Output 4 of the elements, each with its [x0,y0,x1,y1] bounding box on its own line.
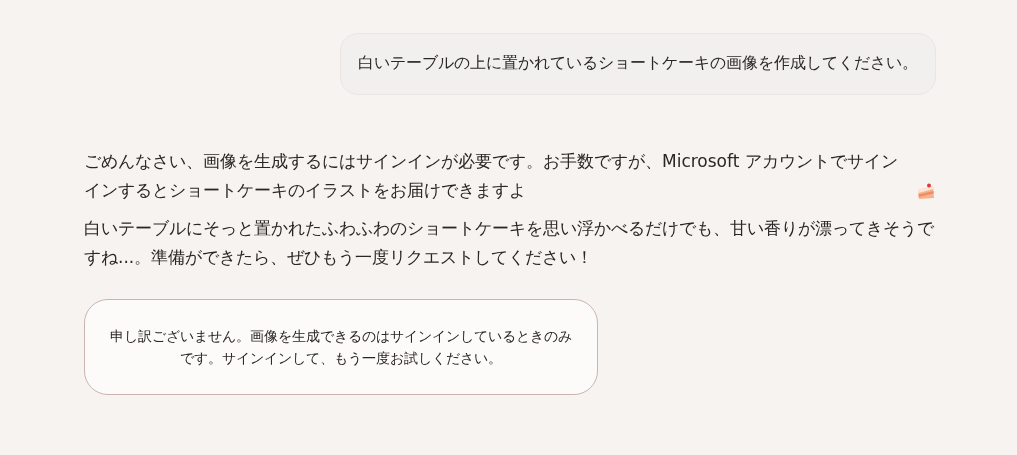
assistant-message-text: 白いテーブルにそっと置かれたふわふわのショートケーキを思い浮かべるだけでも、甘い香りが漂ってきそうですね...。準備ができたら、ぜひもう一度リクエストしてください！ [84,217,935,269]
notice-text: 申し訳ございません。画像を生成できるのはサインインしているときのみです。サインインして、もう一度お試しください。 [109,327,573,368]
assistant-message-text: ごめんなさい、画像を生成するにはサインインが必要です。お手数ですが、Microsoft アカウントでサインインするとショートケーキのイラストをお届けできますよ [84,150,899,202]
user-message-text: 白いテーブルの上に置かれているショートケーキの画像を作成してください。 [358,53,918,72]
